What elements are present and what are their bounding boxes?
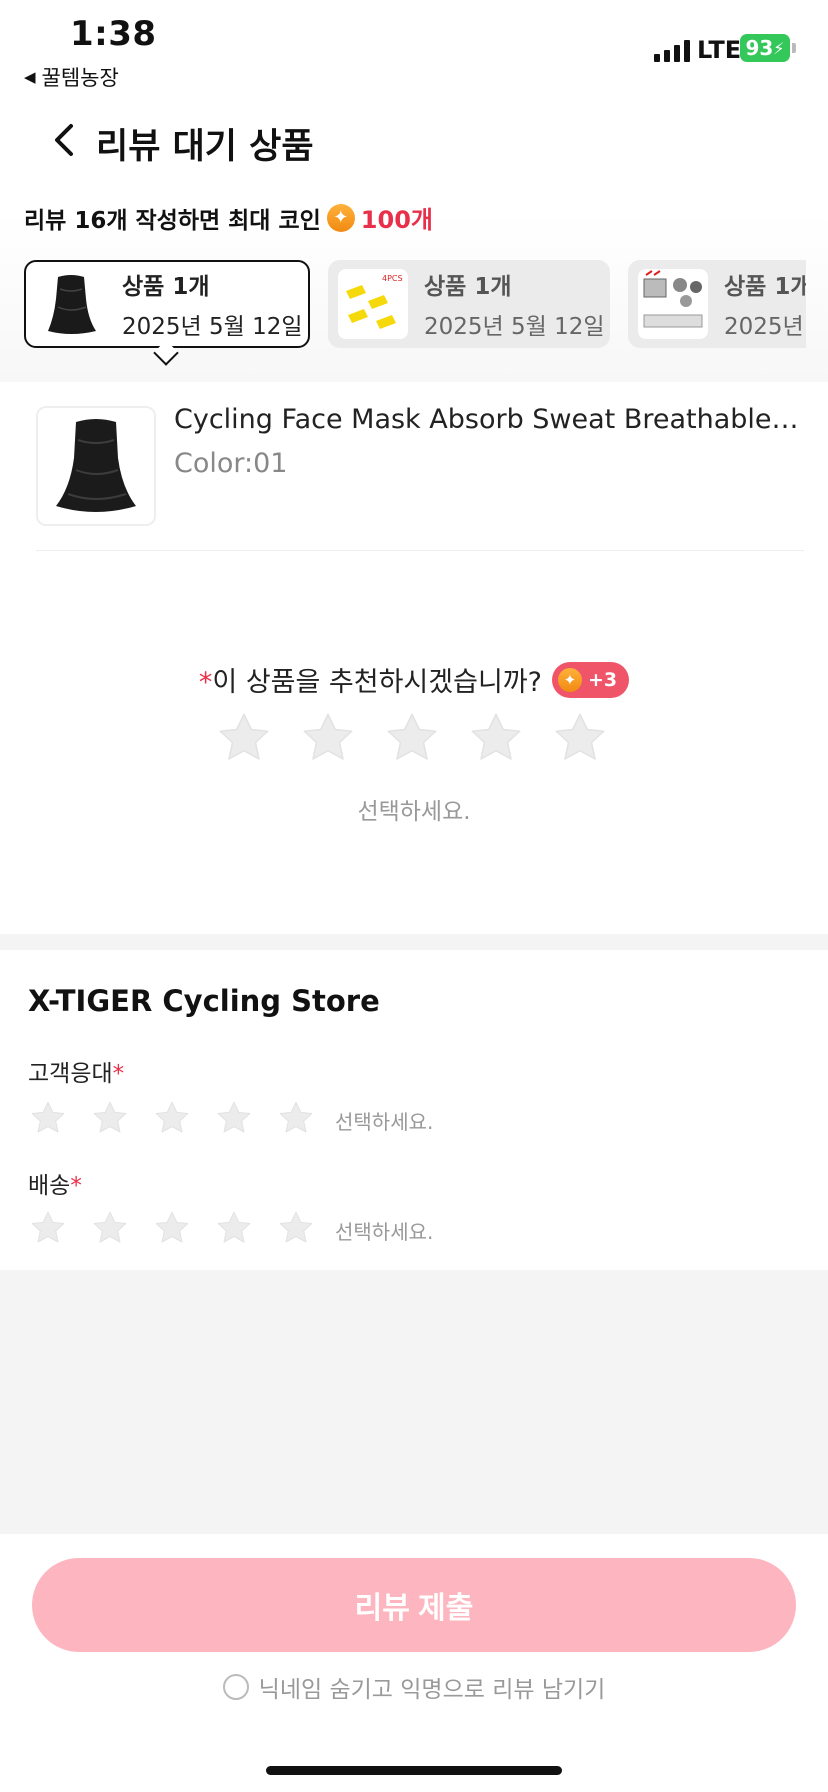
star-2-icon[interactable]	[90, 1098, 130, 1138]
required-mark: *	[198, 667, 213, 698]
required-mark: *	[70, 1173, 82, 1199]
parts-image	[643, 270, 703, 328]
tab-count: 상품 1개	[424, 274, 512, 300]
customer-service-label: 고객응대*	[28, 1054, 124, 1088]
tab-thumb-parts	[638, 269, 708, 339]
star-2-icon[interactable]	[90, 1208, 130, 1248]
star-5-icon[interactable]	[276, 1098, 316, 1138]
submit-review-button[interactable]: 리뷰 제출	[32, 1558, 796, 1652]
chevron-left-icon	[55, 124, 73, 156]
product-star-rating	[214, 708, 610, 768]
thumb-4pcs-label: 4PCS	[382, 274, 403, 283]
product-tab-1[interactable]: 상품 1개 2025년 5월 12일	[24, 260, 310, 348]
recommend-question: *이 상품을 추천하시겠습니까? ✦ +3	[0, 660, 828, 699]
tab-date: 2025년 5월 12일	[424, 314, 605, 340]
promo-text: 리뷰 16개 작성하면 최대 코인	[24, 207, 321, 234]
promo-banner: 리뷰 16개 작성하면 최대 코인 ✦ 100개	[24, 200, 433, 235]
tab-date: 2025년 5월 12일	[122, 314, 303, 340]
star-3-icon[interactable]	[152, 1208, 192, 1248]
page-title: 리뷰 대기 상품	[96, 127, 314, 167]
delivery-label: 배송*	[28, 1166, 82, 1200]
back-app-label: 꿀템농장	[41, 66, 119, 90]
delivery-star-rating	[28, 1208, 316, 1248]
recommend-question-text: *이 상품을 추천하시겠습니까?	[199, 660, 542, 699]
product-name[interactable]: Cycling Face Mask Absorb Sweat Breathabl…	[174, 404, 804, 435]
divider	[36, 550, 804, 551]
customer-service-label-text: 고객응대	[28, 1061, 113, 1087]
star-2-icon[interactable]	[298, 708, 358, 768]
back-to-app-link[interactable]: ◀ 꿀템농장	[24, 62, 119, 92]
star-3-icon[interactable]	[152, 1098, 192, 1138]
yellow-clips-image: 4PCS	[346, 274, 403, 329]
battery-level: 93	[745, 36, 774, 60]
tab-thumb-mask	[36, 269, 106, 339]
coin-icon: ✦	[557, 667, 582, 692]
promo-amount: 100개	[360, 206, 433, 234]
tab-count: 상품 1개	[122, 274, 210, 300]
battery-icon: 93 ⚡	[740, 34, 790, 62]
star-5-icon[interactable]	[276, 1208, 316, 1248]
star-1-icon[interactable]	[28, 1098, 68, 1138]
home-indicator	[266, 1766, 562, 1775]
delivery-label-text: 배송	[28, 1173, 71, 1199]
star-5-icon[interactable]	[550, 708, 610, 768]
back-button[interactable]	[44, 118, 84, 162]
customer-service-hint: 선택하세요.	[335, 1110, 434, 1134]
anonymous-label: 닉네임 숨기고 익명으로 리뷰 남기기	[258, 1677, 606, 1703]
star-1-icon[interactable]	[28, 1208, 68, 1248]
store-name: X-TIGER Cycling Store	[28, 984, 380, 1018]
battery-nub	[792, 43, 796, 53]
face-mask-image	[48, 275, 96, 334]
product-tabs: 상품 1개 2025년 5월 12일 4PCS 상품 1개 2025년 5월 1…	[0, 250, 806, 370]
anonymous-radio[interactable]	[222, 1674, 249, 1700]
coin-bonus-value: +3	[587, 668, 618, 691]
network-label: LTE	[697, 36, 742, 64]
recommend-question-label: 이 상품을 추천하시겠습니까?	[212, 667, 542, 698]
status-time: 1:38	[70, 14, 157, 54]
face-mask-image	[56, 419, 136, 512]
delivery-hint: 선택하세요.	[335, 1220, 434, 1244]
star-1-icon[interactable]	[214, 708, 274, 768]
required-mark: *	[112, 1061, 125, 1087]
tab-date: 2025년	[724, 314, 804, 340]
product-image	[36, 406, 156, 526]
anonymous-review-option[interactable]: 닉네임 숨기고 익명으로 리뷰 남기기	[0, 1670, 828, 1704]
star-4-icon[interactable]	[214, 1208, 254, 1248]
coin-bonus-badge: ✦ +3	[551, 661, 630, 698]
customer-service-star-rating	[28, 1098, 316, 1138]
product-option: Color:01	[174, 448, 288, 479]
signal-icon	[654, 38, 690, 62]
tab-count: 상품 1개	[724, 274, 806, 300]
star-4-icon[interactable]	[466, 708, 526, 768]
coin-icon: ✦	[326, 203, 355, 232]
star-3-icon[interactable]	[382, 708, 442, 768]
back-triangle-icon: ◀	[24, 68, 36, 86]
star-4-icon[interactable]	[214, 1098, 254, 1138]
tab-thumb-yellow-clips: 4PCS	[338, 269, 408, 339]
product-tab-2[interactable]: 4PCS 상품 1개 2025년 5월 12일	[328, 260, 610, 348]
product-rating-hint: 선택하세요.	[357, 799, 471, 825]
product-tab-3[interactable]: 상품 1개 2025년	[628, 260, 806, 348]
